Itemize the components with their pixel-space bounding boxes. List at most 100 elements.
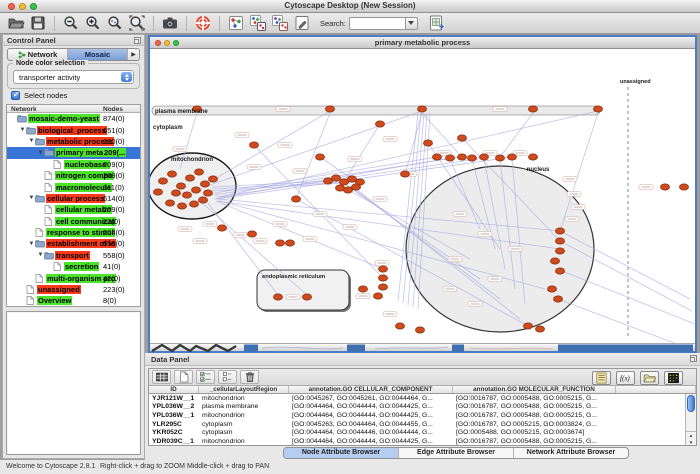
attribute-table-icon[interactable] xyxy=(152,370,171,384)
network-close-button[interactable] xyxy=(155,40,161,46)
network-copy-alt-icon[interactable] xyxy=(269,14,291,33)
table-cell[interactable]: cytoplasm xyxy=(199,429,289,436)
tree-row-transport[interactable]: ▼transport558(0) xyxy=(7,250,140,261)
minimize-window-button[interactable] xyxy=(19,3,26,10)
table-row[interactable]: YPL036W__2plasma membrane[GO:0044464, GO… xyxy=(149,403,696,412)
tree-row-secretion[interactable]: secretion41(0) xyxy=(7,261,140,272)
table-cell[interactable]: [GO:0016787, GO:0005215, GO:0003824, G..… xyxy=(453,421,616,428)
select-attributes-icon[interactable] xyxy=(196,370,215,384)
tree-row-cellular-metabo[interactable]: cellular metabo209(0) xyxy=(7,204,140,215)
table-cell[interactable]: [GO:0045267, GO:0045261, GO:0044464, G..… xyxy=(289,395,453,402)
node-color-dropdown[interactable]: transporter activity xyxy=(13,70,134,84)
tab-overflow-arrow[interactable]: ▶ xyxy=(128,49,139,60)
table-row[interactable]: YJR121W__1mitochondrion[GO:0045267, GO:0… xyxy=(149,394,696,403)
tree-row-response-to-stimul[interactable]: response to stimul264(0) xyxy=(7,227,140,238)
column-header[interactable]: annotation.GO MOLECULAR_FUNCTION xyxy=(453,386,616,393)
help-icon[interactable] xyxy=(192,14,214,33)
unselect-attributes-icon[interactable] xyxy=(218,370,237,384)
float-panel-icon[interactable] xyxy=(134,37,141,44)
tree-row-primary-metabo[interactable]: ▼primary metabo209(... xyxy=(7,147,140,158)
zoom-fit-icon[interactable] xyxy=(126,14,148,33)
table-cell[interactable]: YLR295C xyxy=(149,421,199,428)
open-folder-icon[interactable] xyxy=(640,371,659,385)
tree-row-metabolic-process[interactable]: ▼metabolic process280(0) xyxy=(7,136,140,147)
tab-mosaic[interactable]: Mosaic xyxy=(68,49,128,60)
network-view-icon[interactable] xyxy=(225,14,247,33)
tab-node-attribute-browser[interactable]: Node Attribute Browser xyxy=(284,448,399,458)
network-zoom-button[interactable] xyxy=(173,40,179,46)
delete-attribute-icon[interactable] xyxy=(240,370,259,384)
attribute-form-icon[interactable] xyxy=(592,371,611,385)
function-builder-icon[interactable]: f(x) xyxy=(616,371,635,385)
table-row[interactable]: YDR039C__1mitochondrion[GO:0044464, GO:0… xyxy=(149,437,696,446)
network-overview-panel[interactable] xyxy=(6,311,141,455)
import-table-icon[interactable] xyxy=(425,14,447,33)
column-header[interactable]: annotation.GO CELLULAR_COMPONENT xyxy=(289,386,453,393)
float-data-panel-icon[interactable] xyxy=(690,355,697,362)
tree-row-cell-communicat[interactable]: cell communicat22(0) xyxy=(7,216,140,227)
close-window-button[interactable] xyxy=(8,3,15,10)
save-icon[interactable] xyxy=(27,14,49,33)
table-cell[interactable]: [GO:0016787, GO:0005488, GO:0005215, G..… xyxy=(453,412,616,419)
tab-network-attribute-browser[interactable]: Network Attribute Browser xyxy=(514,448,628,458)
tree-row-mosaic-demo-yeast[interactable]: mosaic-demo-yeast874(0) xyxy=(7,113,140,124)
tab-edge-attribute-browser[interactable]: Edge Attribute Browser xyxy=(399,448,514,458)
zoom-in-icon[interactable] xyxy=(82,14,104,33)
scroll-up-icon[interactable]: ▲ xyxy=(686,432,696,439)
expand-triangle-icon[interactable]: ▼ xyxy=(37,252,44,258)
open-file-icon[interactable] xyxy=(5,14,27,33)
table-row[interactable]: YPL036W__1mitochondrion[GO:0044464, GO:0… xyxy=(149,411,696,420)
network-window-titlebar[interactable]: primary metabolic process xyxy=(150,37,695,49)
tab-network[interactable]: Network xyxy=(8,49,68,60)
table-cell[interactable]: [GO:0044464, GO:0044444, GO:0044425, G..… xyxy=(289,403,453,410)
table-cell[interactable]: mitochondrion xyxy=(199,412,289,419)
network-minimize-button[interactable] xyxy=(164,40,170,46)
tree-row-multi-organism-pro[interactable]: multi-organism pro42(0) xyxy=(7,272,140,283)
tree-row-biological-process[interactable]: ▼biological_process651(0) xyxy=(7,124,140,135)
table-row[interactable]: YLR295Ccytoplasm[GO:0045263, GO:0044464,… xyxy=(149,420,696,429)
table-cell[interactable]: YPL036W__2 xyxy=(149,403,199,410)
table-cell[interactable]: plasma membrane xyxy=(199,403,289,410)
network-copy-icon[interactable] xyxy=(247,14,269,33)
search-dropdown-button[interactable] xyxy=(405,17,418,30)
scrollbar-thumb[interactable] xyxy=(687,395,695,412)
search-input[interactable] xyxy=(349,17,405,30)
tree-row-establishment-of-lo[interactable]: ▼establishment of lo558(0) xyxy=(7,238,140,249)
expand-triangle-icon[interactable]: ▼ xyxy=(28,195,35,201)
tree-row-nitrogen-compo[interactable]: nitrogen compo209(0) xyxy=(7,170,140,181)
zoom-window-button[interactable] xyxy=(30,3,37,10)
table-row[interactable]: YKR052Ccytoplasm[GO:0044464, GO:0044446,… xyxy=(149,428,696,437)
tree-row-unassigned[interactable]: unassigned223(0) xyxy=(7,284,140,295)
expand-triangle-icon[interactable]: ▼ xyxy=(19,127,26,133)
tree-row-macromolecule[interactable]: macromolecule311(0) xyxy=(7,181,140,192)
table-cell[interactable]: [GO:0016787, GO:0005488, GO:0005215, G..… xyxy=(453,438,616,445)
table-cell[interactable]: cytoplasm xyxy=(199,421,289,428)
tree-row-nucleobase-[interactable]: nucleobase-209(0) xyxy=(7,159,140,170)
table-cell[interactable]: [GO:0016787, GO:0005488, GO:0005215, G..… xyxy=(453,403,616,410)
expand-triangle-icon[interactable]: ▼ xyxy=(37,150,44,156)
expand-triangle-icon[interactable]: ▼ xyxy=(28,241,35,247)
matrix-icon[interactable] xyxy=(664,371,683,385)
annotation-icon[interactable] xyxy=(291,14,313,33)
table-cell[interactable]: YDR039C__1 xyxy=(149,438,199,445)
column-header[interactable]: ID xyxy=(149,386,199,393)
table-cell[interactable]: YJR121W__1 xyxy=(149,395,199,402)
new-attribute-icon[interactable] xyxy=(174,370,193,384)
table-cell[interactable]: [GO:0045263, GO:0044464, GO:0044455, G..… xyxy=(289,421,453,428)
zoom-selected-icon[interactable] xyxy=(104,14,126,33)
tree-row-overview[interactable]: Overview8(0) xyxy=(7,295,140,306)
zoom-out-icon[interactable] xyxy=(60,14,82,33)
table-cell[interactable]: mitochondrion xyxy=(199,395,289,402)
table-cell[interactable]: [GO:0016787, GO:0005488, GO:0005215, G..… xyxy=(453,395,616,402)
scroll-down-icon[interactable]: ▼ xyxy=(686,439,696,446)
select-nodes-checkbox[interactable] xyxy=(11,91,20,100)
table-scrollbar[interactable]: ▲ ▼ xyxy=(685,394,696,445)
table-cell[interactable]: YPL036W__1 xyxy=(149,412,199,419)
table-cell[interactable]: YKR052C xyxy=(149,429,199,436)
expand-triangle-icon[interactable]: ▼ xyxy=(28,138,35,144)
column-header[interactable]: _cellularLayoutRegion xyxy=(199,386,289,393)
snapshot-icon[interactable] xyxy=(159,14,181,33)
network-canvas[interactable]: plasma membranecytoplasmmitochondrionnuc… xyxy=(150,49,695,343)
tree-row-cellular-process[interactable]: ▼cellular process614(0) xyxy=(7,193,140,204)
table-cell[interactable]: mitochondrion xyxy=(199,438,289,445)
